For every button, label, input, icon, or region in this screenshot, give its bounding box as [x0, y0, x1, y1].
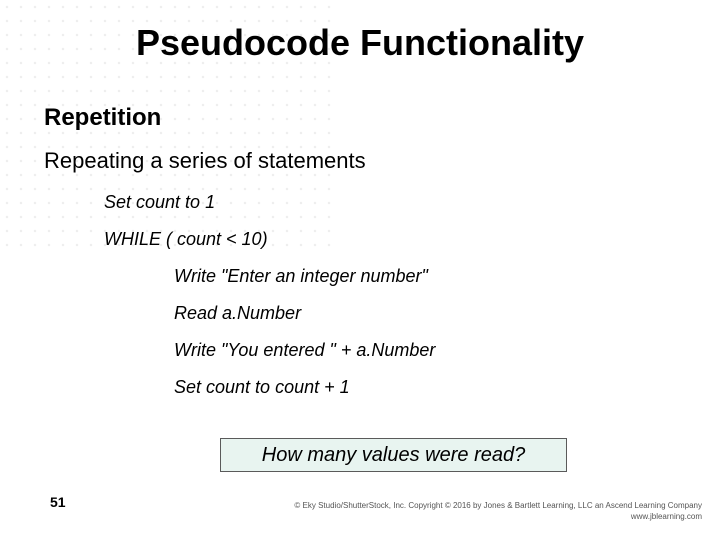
code-line-4: Read a.Number [174, 303, 676, 324]
code-line-2: WHILE ( count < 10) [104, 229, 676, 250]
slide-container: Pseudocode Functionality Repetition Repe… [0, 0, 720, 540]
section-subhead: Repetition [44, 104, 676, 132]
copyright-text: © Eky Studio/ShutterStock, Inc. Copyrigh… [294, 501, 702, 522]
code-line-1: Set count to 1 [104, 192, 676, 213]
page-number: 51 [50, 494, 66, 510]
callout-box: How many values were read? [220, 438, 567, 472]
copyright-line-1: © Eky Studio/ShutterStock, Inc. Copyrigh… [294, 501, 702, 511]
lead-text: Repeating a series of statements [44, 148, 676, 174]
code-line-5: Write "You entered " + a.Number [174, 340, 676, 361]
slide-content: Repetition Repeating a series of stateme… [0, 64, 720, 398]
code-line-6: Set count to count + 1 [174, 377, 676, 398]
copyright-line-2: www.jblearning.com [294, 512, 702, 522]
slide-title: Pseudocode Functionality [0, 0, 720, 64]
code-line-3: Write "Enter an integer number" [174, 266, 676, 287]
